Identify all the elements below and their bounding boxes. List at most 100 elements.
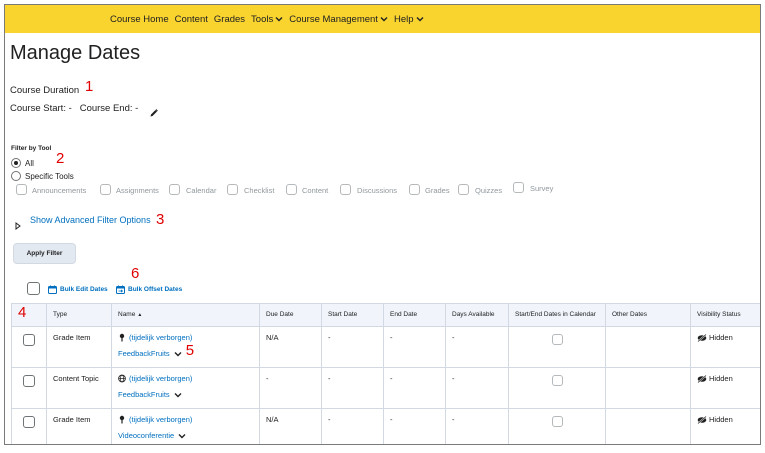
visibility-label: Hidden [709, 333, 733, 342]
radio-specific-tools[interactable] [11, 171, 21, 181]
table-header-row: 4 Type Name ▲ Due Date Start Date End Dat… [11, 303, 760, 327]
sort-ascending-icon: ▲ [137, 312, 143, 318]
row-visibility: Hidden [690, 326, 760, 368]
row-calendar-checkbox[interactable] [552, 375, 563, 386]
eye-hidden-icon [697, 415, 707, 424]
nav-grades-label: Grades [213, 13, 246, 25]
bulk-offset-dates-label: Bulk Offset Dates [128, 286, 183, 293]
bulk-offset-dates-button[interactable]: Bulk Offset Dates [116, 285, 182, 294]
row-name-label: (tijdelijk verborgen) [129, 333, 193, 342]
header-other-dates: Other Dates [605, 303, 691, 327]
checkbox-checklist-label: Checklist [244, 186, 275, 195]
row-start-date: - [321, 408, 384, 444]
apply-filter-button[interactable]: Apply Filter [13, 243, 76, 264]
page-frame: Course Home Content Grades Tools Course … [4, 4, 761, 445]
row-name-link[interactable]: (tijdelijk verborgen) [118, 333, 253, 342]
bulk-edit-dates-button[interactable]: Bulk Edit Dates [48, 285, 108, 294]
row-tool-label: FeedbackFruits [118, 349, 170, 358]
checkbox-grades-label: Grades [425, 186, 450, 195]
row-days-available: - [445, 408, 509, 444]
checkbox-assignments-label: Assignments [116, 186, 159, 195]
nav-content[interactable]: Content [175, 14, 208, 25]
page-title: Manage Dates [10, 42, 141, 64]
checkbox-checklist[interactable] [227, 184, 238, 195]
row-other-dates [605, 408, 691, 444]
row-checkbox[interactable] [23, 375, 35, 387]
nav-tools[interactable]: Tools [251, 14, 283, 25]
nav-course-management[interactable]: Course Management [289, 14, 388, 25]
checkbox-assignments[interactable] [100, 184, 111, 195]
annotation-4: 4 [18, 304, 27, 321]
checkbox-grades[interactable] [409, 184, 420, 195]
row-name-cell: (tijdelijk verborgen) Videoconferentie [111, 408, 260, 444]
header-end-date: End Date [383, 303, 446, 327]
checkbox-quizzes[interactable] [458, 184, 469, 195]
row-due-date: N/A [259, 326, 322, 368]
dates-table: 4 Type Name ▲ Due Date Start Date End Dat… [11, 303, 760, 444]
chevron-down-icon [174, 351, 182, 356]
row-days-available: - [445, 367, 509, 409]
header-due-date: Due Date [259, 303, 322, 327]
nav-help-label: Help [393, 13, 414, 25]
nav-help[interactable]: Help [394, 14, 424, 25]
caret-right-icon[interactable] [15, 217, 21, 230]
pencil-icon[interactable] [149, 105, 159, 117]
nav-course-home[interactable]: Course Home [110, 14, 169, 25]
chevron-down-icon [416, 15, 424, 23]
row-tool-dropdown[interactable]: Videoconferentie [118, 431, 253, 440]
course-duration-heading: Course Duration [10, 85, 80, 96]
course-dates: Course Start: - Course End: - [10, 103, 138, 114]
globe-icon [118, 374, 126, 383]
row-visibility: Hidden [690, 367, 760, 409]
checkbox-discussions[interactable] [340, 184, 351, 195]
row-name-link[interactable]: (tijdelijk verborgen) [118, 374, 253, 383]
checkbox-discussions-label: Discussions [357, 186, 398, 195]
row-checkbox[interactable] [23, 416, 35, 428]
row-calendar-checkbox[interactable] [552, 334, 563, 345]
row-end-date: - [383, 408, 446, 444]
row-type: Grade Item [46, 326, 112, 368]
nav-grades[interactable]: Grades [214, 14, 245, 25]
checkbox-survey[interactable] [513, 182, 524, 193]
row-tool-label: FeedbackFruits [118, 390, 170, 399]
row-calendar-cell [508, 326, 606, 368]
row-end-date: - [383, 326, 446, 368]
header-select: 4 [11, 303, 47, 327]
row-start-date: - [321, 326, 384, 368]
row-name-link[interactable]: (tijdelijk verborgen) [118, 415, 253, 424]
header-start-date: Start Date [321, 303, 384, 327]
checkbox-announcements[interactable] [16, 184, 27, 195]
annotation-5: 5 [185, 342, 195, 359]
checkbox-survey-label: Survey [530, 184, 554, 193]
table-row: Grade Item (tijdelijk verborgen) Videoco… [11, 408, 760, 444]
select-all-checkbox[interactable] [27, 282, 40, 295]
annotation-2: 2 [56, 150, 65, 167]
radio-all-label: All [25, 159, 34, 168]
annotation-6: 6 [131, 265, 140, 282]
show-advanced-filter-link[interactable]: Show Advanced Filter Options [30, 215, 151, 225]
row-tool-dropdown[interactable]: FeedbackFruits [118, 390, 253, 399]
row-name-cell: (tijdelijk verborgen) FeedbackFruits [111, 367, 260, 409]
row-checkbox[interactable] [23, 334, 35, 346]
course-start-value: - [68, 103, 72, 114]
checkbox-content[interactable] [286, 184, 297, 195]
radio-all[interactable] [11, 158, 21, 168]
row-start-date: - [321, 367, 384, 409]
chevron-down-icon [178, 433, 186, 438]
checkbox-calendar-label: Calendar [186, 186, 217, 195]
row-name-cell: (tijdelijk verborgen) FeedbackFruits 5 [111, 326, 260, 368]
bulk-edit-dates-label: Bulk Edit Dates [60, 286, 108, 293]
header-calendar: Start/End Dates in Calendar [508, 303, 606, 327]
filter-by-tool-label: Filter by Tool [11, 145, 52, 152]
header-name[interactable]: Name ▲ [111, 303, 260, 327]
row-days-available: - [445, 326, 509, 368]
course-end-value: - [135, 103, 139, 114]
row-calendar-checkbox[interactable] [552, 416, 563, 427]
radio-specific-tools-label: Specific Tools [25, 172, 74, 181]
row-due-date: - [259, 367, 322, 409]
checkbox-calendar[interactable] [169, 184, 180, 195]
row-tool-dropdown[interactable]: FeedbackFruits 5 [118, 343, 253, 358]
row-due-date: N/A [259, 408, 322, 444]
checkbox-quizzes-label: Quizzes [475, 186, 503, 195]
checkbox-content-label: Content [302, 186, 329, 195]
